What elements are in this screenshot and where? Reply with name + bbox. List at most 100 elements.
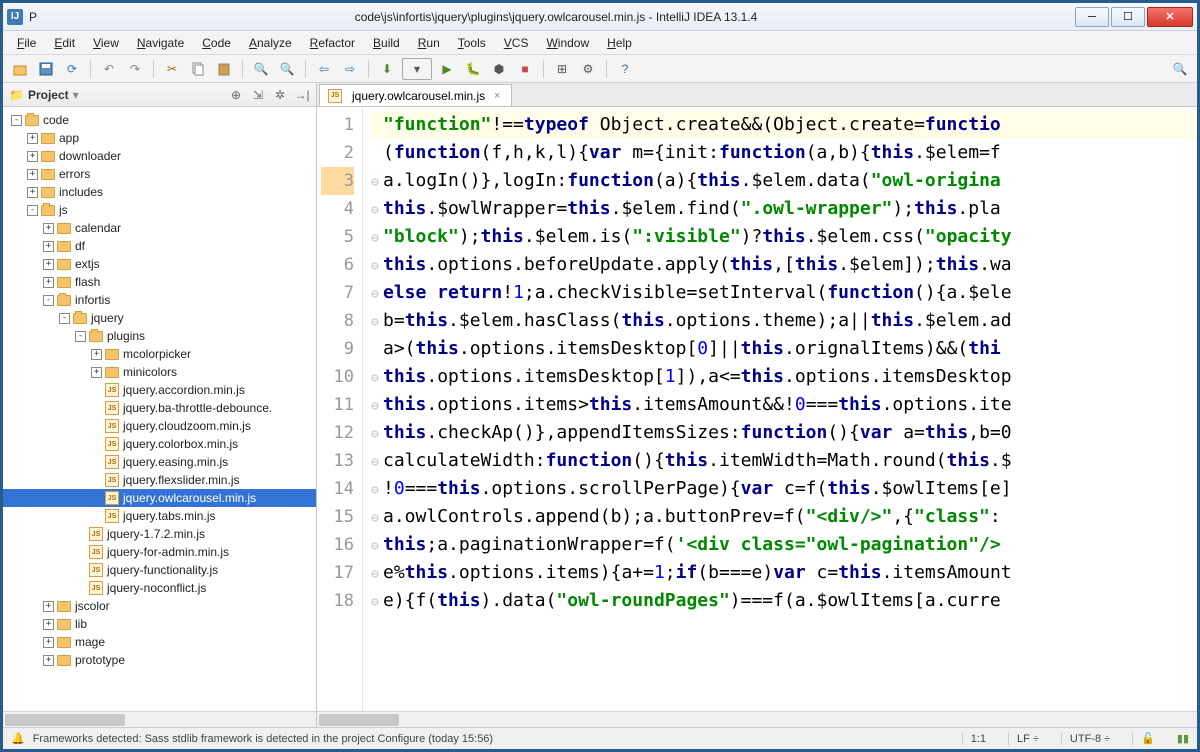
code-line[interactable]: ⊖this.checkAp()},appendItemsSizes:functi… [371, 419, 1197, 447]
structure-icon[interactable]: ⊞ [551, 58, 573, 80]
menu-view[interactable]: View [85, 33, 127, 53]
menu-navigate[interactable]: Navigate [129, 33, 192, 53]
project-tool-header[interactable]: 📁 Project ▾ ⊕ ⇲ ✲ →| [3, 83, 316, 107]
dropdown-icon[interactable]: ▾ [73, 88, 79, 102]
framework-icon[interactable]: 🔔 [11, 732, 25, 745]
menu-build[interactable]: Build [365, 33, 408, 53]
tree-toggle-icon[interactable]: + [43, 223, 54, 234]
fold-icon[interactable]: ⊖ [371, 253, 381, 281]
run-config-icon[interactable]: ▾ [402, 58, 432, 80]
menu-vcs[interactable]: VCS [496, 33, 537, 53]
undo-icon[interactable]: ↶ [98, 58, 120, 80]
tree-folder[interactable]: +minicolors [3, 363, 316, 381]
editor-hscroll[interactable] [317, 711, 1197, 727]
back-icon[interactable]: ⇦ [313, 58, 335, 80]
code-line[interactable]: ⊖e){f(this).data("owl-roundPages")===f(a… [371, 587, 1197, 615]
line-gutter[interactable]: 123456789101112131415161718 [317, 107, 363, 711]
code-line[interactable]: ⊖e%this.options.items){a+=1;if(b===e)var… [371, 559, 1197, 587]
tree-toggle-icon[interactable]: - [75, 331, 86, 342]
tree-toggle-icon[interactable]: - [59, 313, 70, 324]
close-button[interactable]: ✕ [1147, 7, 1193, 27]
tree-file[interactable]: JSjquery.ba-throttle-debounce. [3, 399, 316, 417]
tree-toggle-icon[interactable]: + [91, 367, 102, 378]
tree-toggle-icon[interactable]: + [27, 151, 38, 162]
line-number[interactable]: 18 [321, 587, 354, 615]
fold-icon[interactable]: ⊖ [371, 281, 381, 309]
tree-folder[interactable]: +flash [3, 273, 316, 291]
cut-icon[interactable]: ✂ [161, 58, 183, 80]
collapse-all-icon[interactable]: ⇲ [250, 87, 266, 103]
project-tree[interactable]: -code+app+downloader+errors+includes-js+… [3, 107, 316, 711]
debug-icon[interactable]: 🐛 [462, 58, 484, 80]
maximize-button[interactable]: ☐ [1111, 7, 1145, 27]
replace-icon[interactable]: 🔍 [276, 58, 298, 80]
fold-icon[interactable]: ⊖ [371, 393, 381, 421]
tree-folder[interactable]: +prototype [3, 651, 316, 669]
tree-toggle-icon[interactable]: + [43, 259, 54, 270]
line-number[interactable]: 8 [321, 307, 354, 335]
tree-file[interactable]: JSjquery.flexslider.min.js [3, 471, 316, 489]
code-line[interactable]: (function(f,h,k,l){var m={init:function(… [371, 139, 1197, 167]
gear-icon[interactable]: ✲ [272, 87, 288, 103]
line-number[interactable]: 1 [321, 111, 354, 139]
tree-toggle-icon[interactable]: + [43, 277, 54, 288]
line-number[interactable]: 14 [321, 475, 354, 503]
menu-tools[interactable]: Tools [450, 33, 494, 53]
fold-icon[interactable]: ⊖ [371, 197, 381, 225]
code-line[interactable]: ⊖this;a.paginationWrapper=f('<div class=… [371, 531, 1197, 559]
menu-code[interactable]: Code [194, 33, 239, 53]
menu-help[interactable]: Help [599, 33, 640, 53]
tree-toggle-icon[interactable]: - [43, 295, 54, 306]
menu-analyze[interactable]: Analyze [241, 33, 300, 53]
tree-folder[interactable]: +lib [3, 615, 316, 633]
fold-icon[interactable] [371, 141, 381, 169]
tree-toggle-icon[interactable]: + [43, 619, 54, 630]
tree-toggle-icon[interactable]: + [27, 187, 38, 198]
tree-toggle-icon[interactable]: + [43, 637, 54, 648]
line-number[interactable]: 3 [321, 167, 354, 195]
minimize-button[interactable]: ─ [1075, 7, 1109, 27]
fold-icon[interactable] [371, 337, 381, 365]
tree-folder[interactable]: +app [3, 129, 316, 147]
open-icon[interactable] [9, 58, 31, 80]
coverage-icon[interactable]: ⬢ [488, 58, 510, 80]
code-line[interactable]: ⊖this.$owlWrapper=this.$elem.find(".owl-… [371, 195, 1197, 223]
help-icon[interactable]: ? [614, 58, 636, 80]
fold-icon[interactable]: ⊖ [371, 365, 381, 393]
fold-icon[interactable]: ⊖ [371, 309, 381, 337]
sidebar-hscroll[interactable] [3, 711, 316, 727]
code-line[interactable]: ⊖!0===this.options.scrollPerPage){var c=… [371, 475, 1197, 503]
menu-refactor[interactable]: Refactor [302, 33, 363, 53]
line-number[interactable]: 13 [321, 447, 354, 475]
line-ending[interactable]: LF ÷ [1008, 733, 1047, 745]
titlebar[interactable]: IJ P code\js\infortis\jquery\plugins\jqu… [3, 3, 1197, 31]
code-line[interactable]: ⊖calculateWidth:function(){this.itemWidt… [371, 447, 1197, 475]
line-number[interactable]: 17 [321, 559, 354, 587]
build-icon[interactable]: ⬇ [376, 58, 398, 80]
line-number[interactable]: 11 [321, 391, 354, 419]
run-icon[interactable]: ▶ [436, 58, 458, 80]
tree-file[interactable]: JSjquery.cloudzoom.min.js [3, 417, 316, 435]
tab-close-icon[interactable]: × [491, 90, 503, 102]
find-icon[interactable]: 🔍 [250, 58, 272, 80]
tree-folder[interactable]: -infortis [3, 291, 316, 309]
tree-file[interactable]: JSjquery.easing.min.js [3, 453, 316, 471]
status-message[interactable]: Frameworks detected: Sass stdlib framewo… [33, 733, 493, 745]
tree-toggle-icon[interactable]: + [27, 169, 38, 180]
code-line[interactable]: ⊖"block");this.$elem.is(":visible")?this… [371, 223, 1197, 251]
line-number[interactable]: 15 [321, 503, 354, 531]
tree-file[interactable]: JSjquery-functionality.js [3, 561, 316, 579]
fold-icon[interactable]: ⊖ [371, 225, 381, 253]
refresh-icon[interactable]: ⟳ [61, 58, 83, 80]
tree-toggle-icon[interactable]: - [11, 115, 22, 126]
stop-icon[interactable]: ■ [514, 58, 536, 80]
tree-folder[interactable]: +extjs [3, 255, 316, 273]
menu-window[interactable]: Window [538, 33, 597, 53]
line-number[interactable]: 12 [321, 419, 354, 447]
fold-icon[interactable]: ⊖ [371, 533, 381, 561]
code-content[interactable]: "function"!==typeof Object.create&&(Obje… [363, 107, 1197, 711]
code-line[interactable]: ⊖b=this.$elem.hasClass(this.options.them… [371, 307, 1197, 335]
tree-file[interactable]: JSjquery.owlcarousel.min.js [3, 489, 316, 507]
line-number[interactable]: 6 [321, 251, 354, 279]
tree-toggle-icon[interactable]: + [43, 241, 54, 252]
